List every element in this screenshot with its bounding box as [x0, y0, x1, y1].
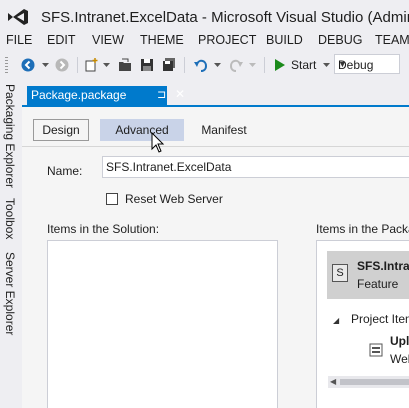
menu-build[interactable]: BUILD — [266, 33, 303, 47]
new-project-icon[interactable] — [83, 56, 99, 74]
solution-items-list[interactable] — [47, 240, 278, 408]
title-bar: SFS.Intranet.ExcelData - Microsoft Visua… — [0, 0, 409, 33]
redo-icon[interactable] — [228, 56, 244, 74]
visual-studio-logo-icon — [8, 9, 28, 25]
toolbar-grip[interactable] — [5, 57, 8, 73]
document-tab-package[interactable]: Package.package ⊐ ✕ — [27, 86, 185, 105]
feature-type: Feature — [357, 277, 399, 291]
collapse-arrow-icon[interactable]: ◢ — [333, 316, 339, 325]
dropdown-arrow-icon[interactable] — [322, 56, 330, 74]
menu-edit[interactable]: EDIT — [47, 33, 75, 47]
menu-debug[interactable]: DEBUG — [318, 33, 362, 47]
solution-configuration-select[interactable]: Debug ▼ — [334, 54, 400, 74]
menu-file[interactable]: FILE — [6, 33, 32, 47]
left-tool-rail: Packaging Explorer Toolbox Server Explor… — [0, 78, 22, 408]
scroll-left-icon[interactable]: ◀ — [330, 377, 336, 386]
menu-project[interactable]: PROJECT — [198, 33, 256, 47]
navigate-back-icon[interactable] — [20, 56, 36, 74]
packaging-explorer-tab[interactable]: Packaging Explorer — [3, 84, 17, 188]
dropdown-arrow-icon[interactable] — [247, 56, 257, 74]
reset-web-server-checkbox[interactable] — [106, 193, 118, 205]
save-all-icon[interactable] — [161, 56, 177, 74]
toolbar-separator — [77, 57, 78, 73]
tabs-divider — [22, 146, 409, 147]
solution-items-label: Items in the Solution: — [47, 222, 160, 236]
menu-theme[interactable]: THEME — [140, 33, 184, 47]
mouse-cursor-icon — [151, 132, 165, 153]
toolbar-separator — [184, 57, 185, 73]
start-debugging-icon[interactable] — [273, 56, 287, 74]
tab-design[interactable]: Design — [33, 119, 89, 141]
name-label: Name: — [47, 164, 83, 178]
dropdown-arrow-icon[interactable] — [101, 56, 111, 74]
feature-item[interactable]: S SFS.Intrane Feature — [327, 251, 409, 299]
project-item-icon — [369, 343, 383, 357]
menu-view[interactable]: VIEW — [92, 33, 124, 47]
dropdown-arrow-icon[interactable] — [212, 56, 222, 74]
reset-web-server-label[interactable]: Reset Web Server — [125, 192, 223, 206]
save-icon[interactable] — [139, 56, 155, 74]
navigate-forward-icon[interactable] — [54, 56, 70, 74]
feature-icon: S — [332, 264, 348, 282]
scrollbar-thumb[interactable] — [340, 379, 409, 385]
project-items-group: Project Item — [351, 312, 409, 326]
package-name-input[interactable]: SFS.Intranet.ExcelData — [102, 156, 409, 178]
window-title: SFS.Intranet.ExcelData - Microsoft Visua… — [41, 9, 409, 26]
toolbar-separator — [264, 57, 265, 73]
project-item-type: Web — [390, 352, 409, 366]
toolbox-tab[interactable]: Toolbox — [3, 198, 17, 239]
menu-team[interactable]: TEAM — [375, 33, 409, 47]
package-items-list[interactable]: S SFS.Intrane Feature ◢ Project Item Upl… — [316, 240, 409, 408]
menu-bar: FILE EDIT VIEW THEME PROJECT BUILD DEBUG… — [0, 33, 409, 51]
dropdown-arrow-icon[interactable] — [40, 56, 50, 74]
chevron-down-icon: ▼ — [338, 59, 347, 69]
undo-icon[interactable] — [193, 56, 209, 74]
server-explorer-tab[interactable]: Server Explorer — [3, 252, 17, 335]
pin-tab-icon[interactable]: ⊐ — [157, 88, 166, 101]
tab-manifest[interactable]: Manifest — [192, 119, 256, 141]
package-items-label: Items in the Packa — [316, 222, 409, 236]
document-tab-title: Package.package — [31, 88, 127, 102]
horizontal-scrollbar[interactable]: ◀ — [328, 376, 409, 388]
project-item-title: Uplo — [390, 334, 409, 348]
close-tab-icon[interactable]: ✕ — [175, 87, 185, 101]
package-designer: Design Advanced Manifest Name: SFS.Intra… — [22, 107, 409, 408]
package-name-value: SFS.Intranet.ExcelData — [106, 160, 232, 174]
tab-advanced[interactable]: Advanced — [100, 119, 184, 141]
start-button[interactable]: Start — [291, 58, 316, 72]
feature-title: SFS.Intrane — [357, 259, 409, 273]
open-file-icon[interactable] — [117, 56, 133, 74]
